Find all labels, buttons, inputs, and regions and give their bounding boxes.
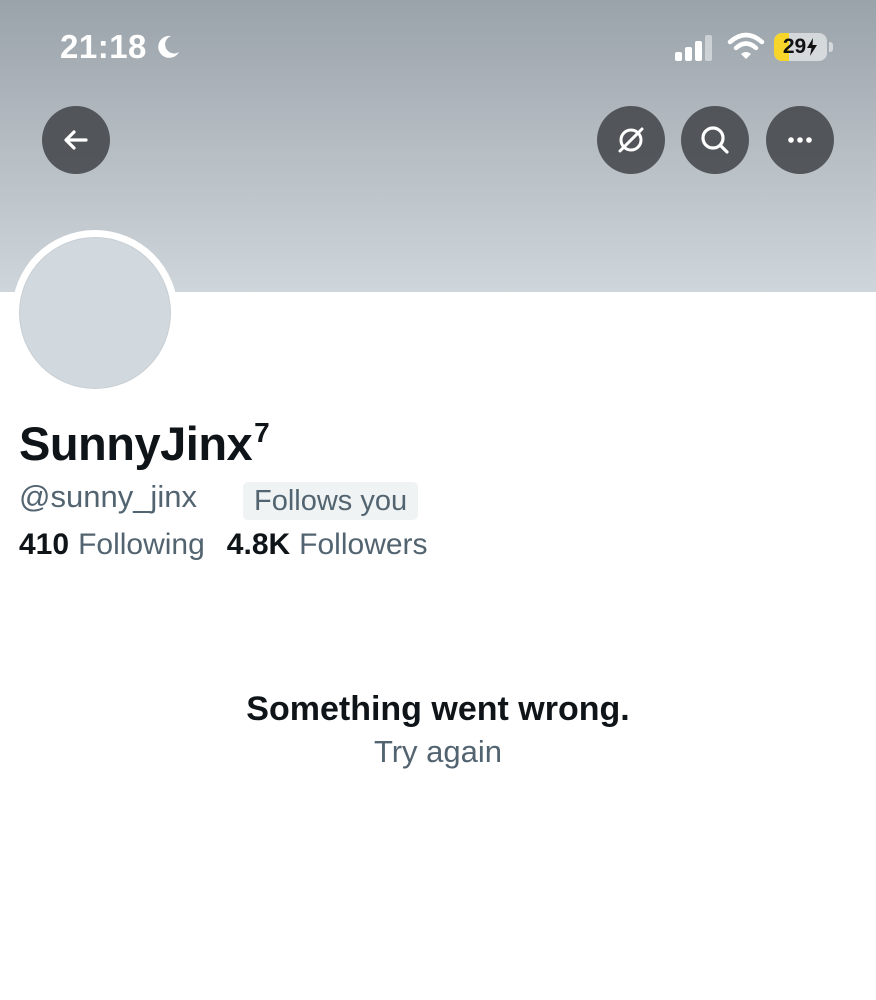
search-button[interactable] bbox=[681, 106, 749, 174]
status-time: 21:18 bbox=[60, 28, 147, 65]
wifi-icon bbox=[727, 32, 765, 59]
display-name: SunnyJinx7 bbox=[19, 416, 270, 471]
error-message: Something went wrong. bbox=[246, 690, 630, 728]
display-name-text: SunnyJinx bbox=[19, 417, 253, 470]
profile-page: 21:18 29 SunnyJinx7 @sunny_jinx Follows … bbox=[0, 0, 876, 1000]
more-horizontal-icon bbox=[788, 137, 812, 143]
following-link[interactable]: 410 Following bbox=[19, 528, 205, 562]
battery-indicator: 29 bbox=[774, 33, 827, 61]
signal-icon bbox=[675, 35, 712, 61]
moon-icon bbox=[158, 35, 179, 58]
followers-link[interactable]: 4.8K Followers bbox=[227, 528, 428, 562]
hide-button[interactable] bbox=[597, 106, 665, 174]
hide-eye-slash-icon bbox=[618, 127, 644, 153]
back-button[interactable] bbox=[42, 106, 110, 174]
follows-you-badge: Follows you bbox=[243, 482, 419, 520]
more-options-button[interactable] bbox=[766, 106, 834, 174]
followers-label: Followers bbox=[299, 528, 428, 561]
follow-stats: 410 Following 4.8K Followers bbox=[19, 528, 450, 568]
display-name-superscript: 7 bbox=[254, 417, 270, 448]
avatar[interactable] bbox=[12, 230, 178, 396]
back-arrow-icon bbox=[64, 130, 88, 150]
search-icon bbox=[701, 126, 729, 154]
following-label: Following bbox=[78, 528, 205, 561]
user-handle: @sunny_jinx bbox=[19, 479, 197, 514]
battery-cap bbox=[829, 42, 833, 52]
charging-icon bbox=[807, 38, 818, 56]
followers-count: 4.8K bbox=[226, 528, 291, 561]
battery-level: 29 bbox=[782, 35, 807, 58]
try-again-button[interactable]: Try again bbox=[0, 734, 876, 770]
following-count: 410 bbox=[19, 528, 70, 561]
avatar-placeholder bbox=[19, 237, 171, 389]
